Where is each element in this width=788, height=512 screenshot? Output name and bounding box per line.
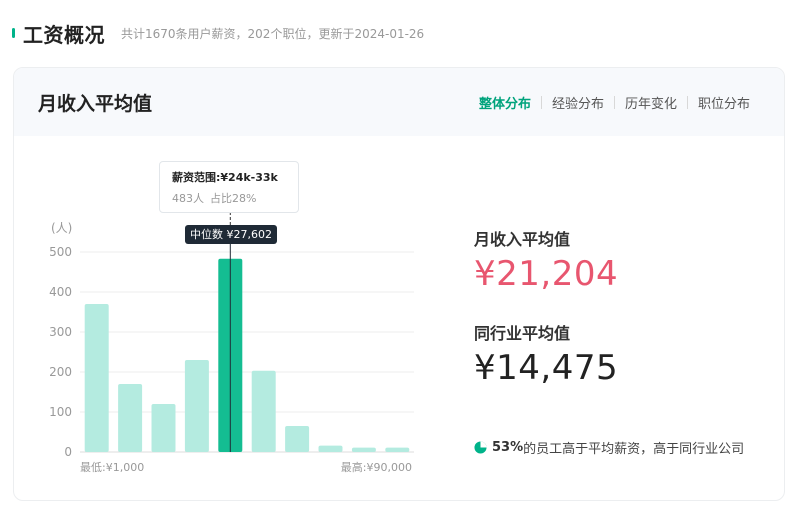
y-tick-label: 0 [64, 445, 72, 459]
y-tick-label: 400 [49, 285, 72, 299]
page-header: 工资概况 共计1670条用户薪资，202个职位，更新于2024-01-26 [12, 18, 424, 48]
y-tick-label: 200 [49, 365, 72, 379]
tooltip-range: 薪资范围:¥24k-33k [172, 171, 278, 184]
footnote: 53% 的员工高于平均薪资，高于同行业公司 [474, 438, 744, 457]
median-badge: 中位数 ¥27,602 [185, 225, 277, 244]
bar[interactable] [151, 404, 176, 452]
footnote-text: 的员工高于平均薪资，高于同行业公司 [523, 442, 745, 457]
y-tick-label: 100 [49, 405, 72, 419]
bar[interactable] [84, 304, 109, 452]
pie-chart-icon [474, 441, 487, 454]
avg-value: ¥21,204 [474, 254, 619, 294]
bar[interactable] [351, 447, 376, 452]
y-tick-label: 500 [49, 245, 72, 259]
avg-label: 月收入平均值 [474, 230, 571, 249]
page-title: 工资概况 [23, 22, 105, 47]
footnote-percent: 53% [492, 440, 524, 455]
tab-bar: 整体分布 经验分布 历年变化 职位分布 [469, 93, 760, 112]
tab-history[interactable]: 历年变化 [615, 93, 687, 112]
bar[interactable] [385, 447, 410, 452]
tooltip-share: 占比28% [210, 192, 257, 205]
tab-overall[interactable]: 整体分布 [469, 93, 541, 112]
tab-experience[interactable]: 经验分布 [542, 93, 614, 112]
tab-position[interactable]: 职位分布 [688, 93, 760, 112]
tooltip-count: 483人 [172, 192, 204, 205]
page-subtitle: 共计1670条用户薪资，202个职位，更新于2024-01-26 [121, 26, 425, 41]
x-min-label: 最低:¥1,000 [80, 461, 144, 474]
bar[interactable] [118, 384, 143, 452]
bar-tooltip: 薪资范围:¥24k-33k 483人 占比28% [159, 161, 299, 213]
card-title: 月收入平均值 [38, 92, 153, 115]
y-axis-label: (人) [51, 221, 72, 235]
stats-panel: 月收入平均值 ¥21,204 同行业平均值 ¥14,475 [474, 226, 618, 388]
bar[interactable] [285, 426, 310, 452]
industry-avg-label: 同行业平均值 [474, 324, 571, 343]
bar[interactable] [251, 370, 276, 452]
bar[interactable] [318, 445, 343, 452]
card-header: 月收入平均值 整体分布 经验分布 历年变化 职位分布 [14, 68, 784, 136]
industry-avg-value: ¥14,475 [474, 348, 619, 388]
x-max-label: 最高:¥90,000 [341, 460, 412, 474]
y-tick-label: 300 [49, 325, 72, 339]
bar[interactable] [184, 360, 209, 452]
tooltip-details: 483人 占比28% [172, 190, 286, 206]
header-accent-mark [12, 28, 15, 38]
